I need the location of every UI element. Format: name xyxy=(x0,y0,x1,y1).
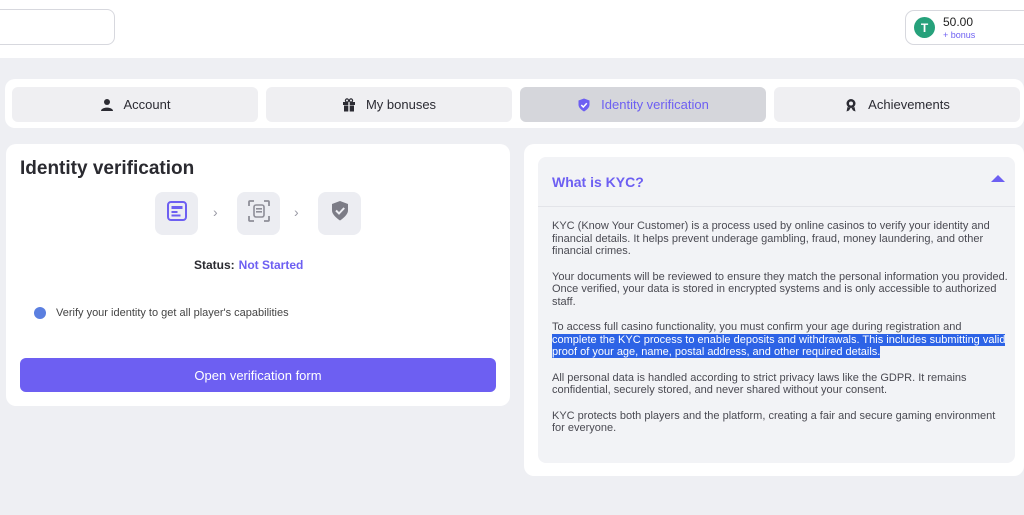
balance-bonus-label: + bonus xyxy=(943,29,976,40)
step-face-scan xyxy=(237,192,280,235)
kyc-paragraph: To access full casino functionality, you… xyxy=(552,321,1008,359)
search-field[interactable] xyxy=(0,9,115,45)
kyc-paragraph-part: To access full casino functionality, you… xyxy=(552,321,962,333)
tab-my-bonuses-label: My bonuses xyxy=(365,97,437,112)
identity-title: Identity verification xyxy=(20,158,195,179)
face-scan-icon xyxy=(247,200,270,227)
chevron-right-icon: › xyxy=(213,204,218,220)
info-dot-icon xyxy=(34,307,46,319)
tab-identity-verification-label: Identity verification xyxy=(601,97,709,112)
kyc-title: What is KYC? xyxy=(552,173,644,190)
verification-status: Status: Not Started xyxy=(194,258,303,272)
id-card-icon xyxy=(166,201,187,226)
open-verification-form-button[interactable]: Open verification form xyxy=(20,358,496,392)
tab-account-label: Account xyxy=(123,97,171,112)
kyc-paragraph: KYC (Know Your Customer) is a process us… xyxy=(552,220,990,257)
status-badge: Not Started xyxy=(238,258,304,272)
chevron-right-icon: › xyxy=(294,204,299,220)
verification-hint: Verify your identity to get all player's… xyxy=(34,307,289,319)
identity-verification-card: Identity verification › › Status: Not Sta… xyxy=(6,144,510,406)
status-label: Status: xyxy=(194,258,235,272)
shield-check-icon xyxy=(330,200,350,227)
medal-icon xyxy=(844,98,858,112)
shield-check-icon xyxy=(577,98,591,112)
hint-text: Verify your identity to get all player's… xyxy=(56,307,289,319)
kyc-paragraph: KYC protects both players and the platfo… xyxy=(552,409,996,435)
step-document xyxy=(155,192,198,235)
gift-icon xyxy=(342,97,356,112)
profile-tabs: Account My bonuses Identity verification… xyxy=(5,79,1024,128)
balance-amount: 50.00 xyxy=(943,14,974,29)
kyc-paragraph: Your documents will be reviewed to ensur… xyxy=(552,270,1008,308)
tether-coin-icon: T xyxy=(914,17,935,38)
kyc-info-card: What is KYC? KYC (Know Your Customer) is… xyxy=(524,144,1024,476)
kyc-selected-text: complete the KYC process to enable depos… xyxy=(552,333,1006,358)
tab-achievements-label: Achievements xyxy=(868,97,950,112)
tab-account[interactable]: Account xyxy=(12,87,258,122)
chevron-up-icon[interactable] xyxy=(991,175,1005,182)
tab-identity-verification[interactable]: Identity verification xyxy=(520,87,766,122)
kyc-accordion: What is KYC? KYC (Know Your Customer) is… xyxy=(538,157,1015,463)
kyc-paragraph: All personal data is handled according t… xyxy=(552,371,967,397)
kyc-accordion-header[interactable]: What is KYC? xyxy=(538,157,1015,207)
user-icon xyxy=(100,98,114,112)
kyc-content: KYC (Know Your Customer) is a process us… xyxy=(552,220,1008,448)
tab-achievements[interactable]: Achievements xyxy=(774,87,1020,122)
tab-my-bonuses[interactable]: My bonuses xyxy=(266,87,512,122)
balance-widget[interactable]: T 50.00 + bonus xyxy=(905,10,1024,45)
step-verified xyxy=(318,192,361,235)
top-bar: T 50.00 + bonus xyxy=(0,0,1024,58)
